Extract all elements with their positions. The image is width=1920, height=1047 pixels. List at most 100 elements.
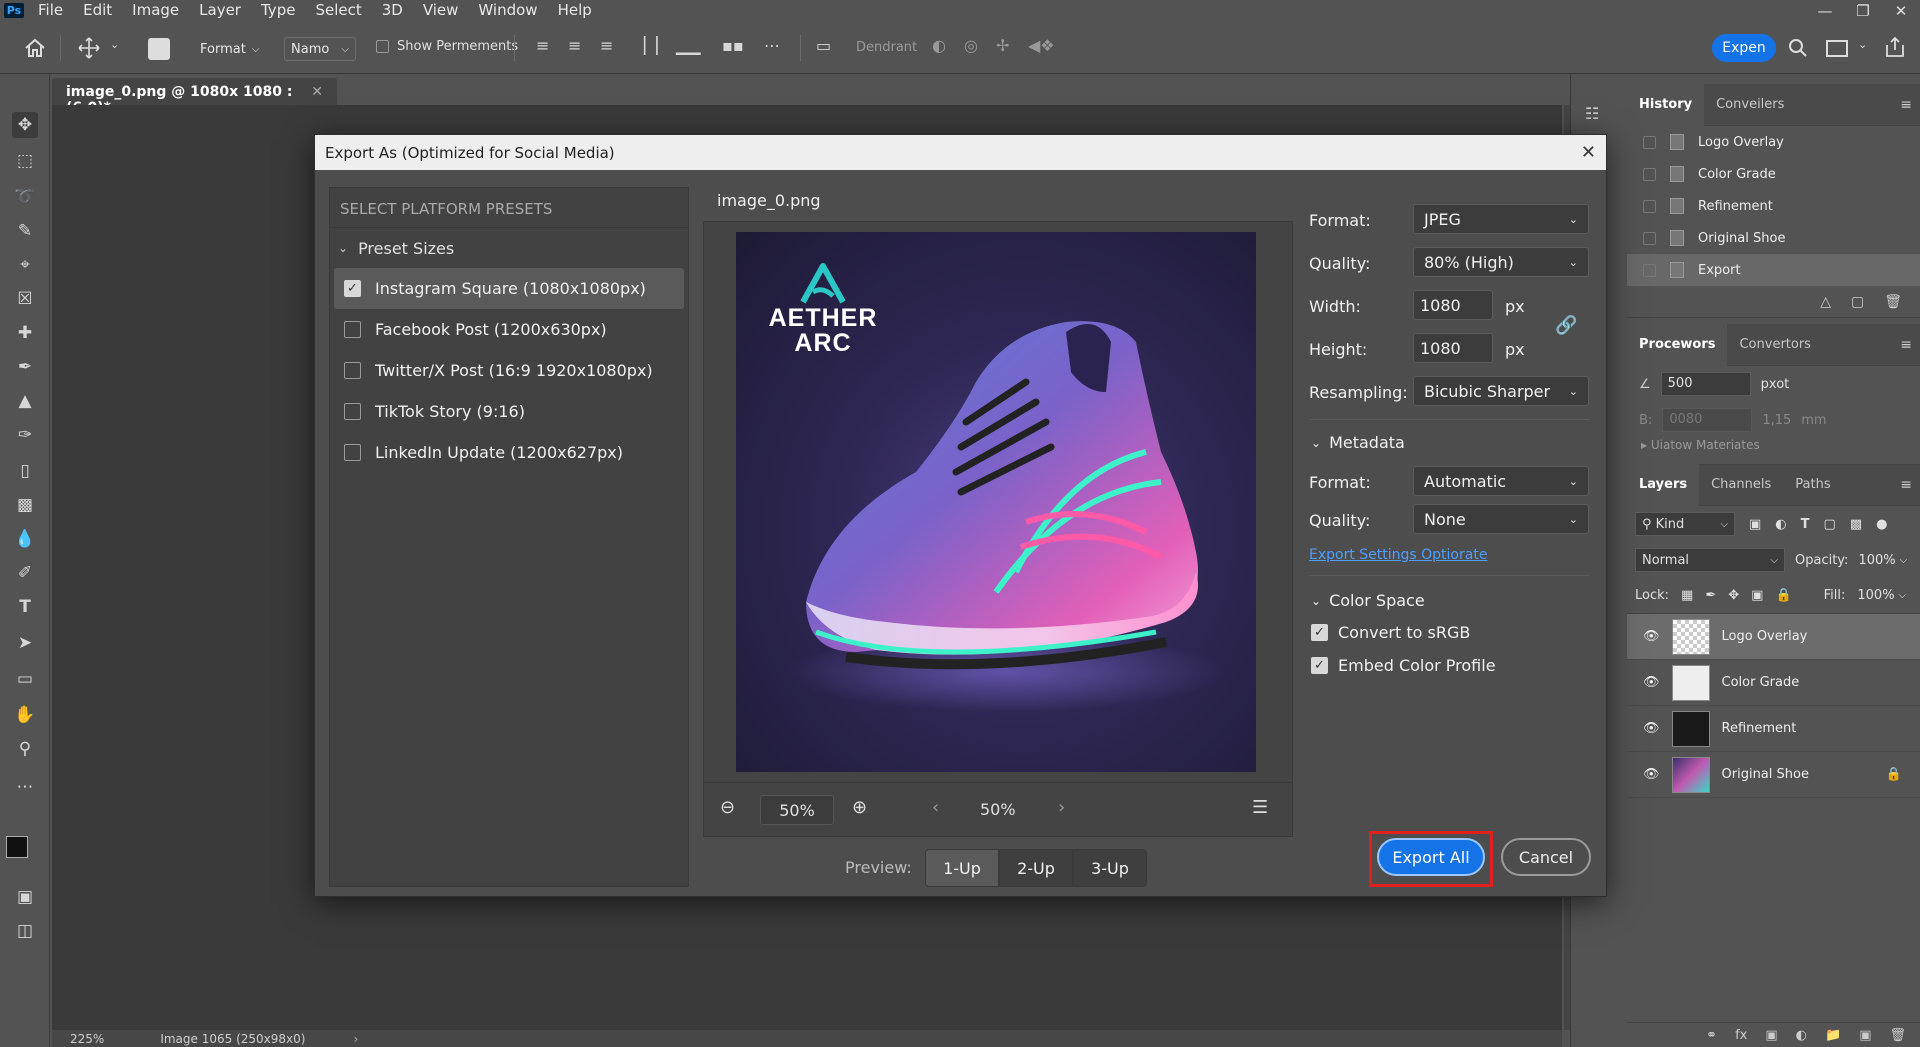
adjustment-filter-icon[interactable]: ◐ — [1775, 517, 1786, 532]
zoom-in-icon[interactable]: ⊕ — [852, 797, 867, 818]
share-icon[interactable] — [1884, 36, 1906, 58]
tab-procewors[interactable]: Procewors — [1627, 323, 1728, 366]
namo-dropdown[interactable]: Namo ⌵ — [284, 37, 356, 61]
expen-button[interactable]: Expen — [1712, 34, 1776, 62]
procewors-value-input[interactable]: 500 — [1660, 372, 1751, 396]
lock-position-icon[interactable]: ✥ — [1728, 588, 1739, 603]
menu-3d[interactable]: 3D — [372, 1, 413, 20]
fx-icon[interactable]: fx — [1735, 1028, 1747, 1043]
embed-profile-checkbox[interactable]: ✓ — [1311, 657, 1328, 674]
align-top-icon[interactable]: ▏▏ — [644, 36, 669, 55]
align-left-icon[interactable]: ≡ — [536, 36, 549, 55]
quick-mask-icon[interactable]: ▣ — [12, 884, 38, 910]
link-layers-icon[interactable]: ⚭ — [1706, 1028, 1717, 1043]
properties-icon[interactable]: ☷ — [1585, 104, 1599, 123]
tab-channels[interactable]: Channels — [1699, 464, 1783, 506]
panel-menu-icon[interactable]: ≡ — [1900, 337, 1920, 353]
menu-view[interactable]: View — [413, 1, 469, 20]
close-tab-icon[interactable]: ✕ — [311, 84, 323, 100]
format-dropdown[interactable]: JPEG ⌄ — [1413, 204, 1589, 234]
align-center-icon[interactable]: ≡ — [568, 36, 581, 55]
crop-tool-icon[interactable]: ⌖ — [12, 252, 38, 278]
move-tool-icon[interactable] — [78, 37, 100, 59]
cancel-button[interactable]: Cancel — [1501, 838, 1591, 876]
visibility-eye-icon[interactable]: 👁 — [1643, 675, 1660, 690]
layer-row[interactable]: 👁 Color Grade — [1627, 660, 1920, 706]
stamp-tool-icon[interactable]: ▲ — [12, 388, 38, 414]
zoom-out-icon[interactable]: ⊖ — [720, 797, 735, 818]
kind-filter-dropdown[interactable]: ⚲ Kind ⌵ — [1635, 512, 1735, 536]
preset-instagram-square[interactable]: ✓ Instagram Square (1080x1080px) — [334, 268, 684, 309]
menu-image[interactable]: Image — [122, 1, 189, 20]
preset-sizes-group[interactable]: ⌄ Preset Sizes — [330, 228, 688, 268]
quality-dropdown[interactable]: 80% (High) ⌄ — [1413, 247, 1589, 277]
opacity-input[interactable]: 100% ⌵ — [1858, 553, 1907, 568]
blur-tool-icon[interactable]: 💧 — [12, 526, 38, 552]
tab-conveilers[interactable]: Conveilers — [1704, 84, 1796, 126]
tab-convertors[interactable]: Convertors — [1727, 324, 1822, 366]
marquee-tool-icon[interactable]: ⬚ — [12, 148, 38, 174]
delete-layer-icon[interactable]: 🗑 — [1889, 1028, 1906, 1043]
hand-tool-icon[interactable]: ✋ — [12, 702, 38, 728]
visibility-eye-icon[interactable]: 👁 — [1643, 629, 1660, 644]
eraser-tool-icon[interactable]: ▯ — [12, 458, 38, 484]
mask-icon[interactable]: ▣ — [1765, 1028, 1777, 1043]
new-snapshot-icon[interactable]: △ — [1820, 294, 1831, 310]
export-settings-link[interactable]: Export Settings Optiorate — [1309, 547, 1487, 563]
preset-checkbox[interactable] — [344, 403, 361, 420]
menu-select[interactable]: Select — [305, 1, 371, 20]
minimize-icon[interactable]: — — [1806, 2, 1844, 20]
next-icon[interactable]: › — [1058, 797, 1065, 818]
zoom-tool-icon[interactable]: ⚲ — [12, 736, 38, 762]
preset-linkedin-update[interactable]: LinkedIn Update (1200x627px) — [330, 432, 688, 473]
tab-paths[interactable]: Paths — [1783, 464, 1842, 506]
format-dropdown[interactable]: Format ⌵ — [194, 37, 265, 61]
restore-icon[interactable]: ❐ — [1844, 2, 1882, 20]
type-filter-icon[interactable]: T — [1801, 517, 1810, 532]
fill-input[interactable]: 100% ⌵ — [1857, 588, 1906, 603]
group-folder-icon[interactable]: 📁 — [1825, 1028, 1841, 1043]
history-item-selected[interactable]: Export — [1627, 254, 1920, 286]
tab-layers[interactable]: Layers — [1627, 464, 1700, 506]
panel-menu-icon[interactable]: ≡ — [1900, 477, 1920, 493]
menu-window[interactable]: Window — [468, 1, 547, 20]
close-window-icon[interactable]: ✕ — [1882, 2, 1920, 20]
screen-mode-icon[interactable]: ◫ — [12, 918, 38, 944]
brush-tool-icon[interactable]: ✒ — [12, 354, 38, 380]
history-brush-tool-icon[interactable]: ✑ — [12, 422, 38, 448]
procewors-value2-input[interactable]: 0080 — [1662, 408, 1753, 432]
more-tools-icon[interactable]: ⋯ — [12, 774, 38, 800]
embed-profile-option[interactable]: ✓ Embed Color Profile — [1311, 656, 1496, 675]
menu-help[interactable]: Help — [548, 1, 602, 20]
healing-tool-icon[interactable]: ✚ — [12, 320, 38, 346]
link-proportions-icon[interactable]: 🔗 — [1555, 315, 1577, 336]
lock-pixels-icon[interactable]: ✒ — [1705, 588, 1716, 603]
width-input[interactable]: 1080 — [1413, 290, 1493, 320]
align-bottom-icon[interactable]: ▁▁ — [676, 36, 701, 55]
preset-twitter-post[interactable]: Twitter/X Post (16:9 1920x1080px) — [330, 350, 688, 391]
orbit-3d-icon[interactable]: ◐ — [932, 36, 946, 55]
foreground-color-swatch[interactable] — [6, 836, 28, 858]
menu-layer[interactable]: Layer — [189, 1, 251, 20]
layer-row[interactable]: 👁 Logo Overlay — [1627, 614, 1920, 660]
adjustment-layer-icon[interactable]: ◐ — [1796, 1028, 1807, 1043]
type-tool-icon[interactable]: T — [12, 594, 38, 620]
panel-menu-icon[interactable]: ≡ — [1900, 97, 1920, 113]
height-input[interactable]: 1080 — [1413, 333, 1493, 363]
menu-type[interactable]: Type — [251, 1, 305, 20]
layer-row[interactable]: 👁 Original Shoe 🔒 — [1627, 752, 1920, 798]
workspace-chevron-icon[interactable]: ⌄ — [1858, 38, 1867, 51]
show-checkbox[interactable] — [376, 40, 389, 53]
history-item[interactable]: Original Shoe — [1627, 222, 1920, 254]
zoom-level[interactable]: 225% — [70, 1032, 104, 1046]
workspace-icon[interactable] — [1826, 40, 1848, 57]
home-icon[interactable] — [24, 38, 46, 58]
smart-filter-icon[interactable]: ▩ — [1850, 517, 1862, 532]
tab-history[interactable]: History — [1627, 83, 1705, 126]
preview-3up-button[interactable]: 3-Up — [1073, 849, 1147, 887]
visibility-eye-icon[interactable]: 👁 — [1643, 721, 1660, 736]
path-select-tool-icon[interactable]: ➤ — [12, 630, 38, 656]
history-item[interactable]: Logo Overlay — [1627, 126, 1920, 158]
more-options-icon[interactable]: ⋯ — [764, 36, 780, 55]
previous-icon[interactable]: ‹ — [932, 797, 939, 818]
